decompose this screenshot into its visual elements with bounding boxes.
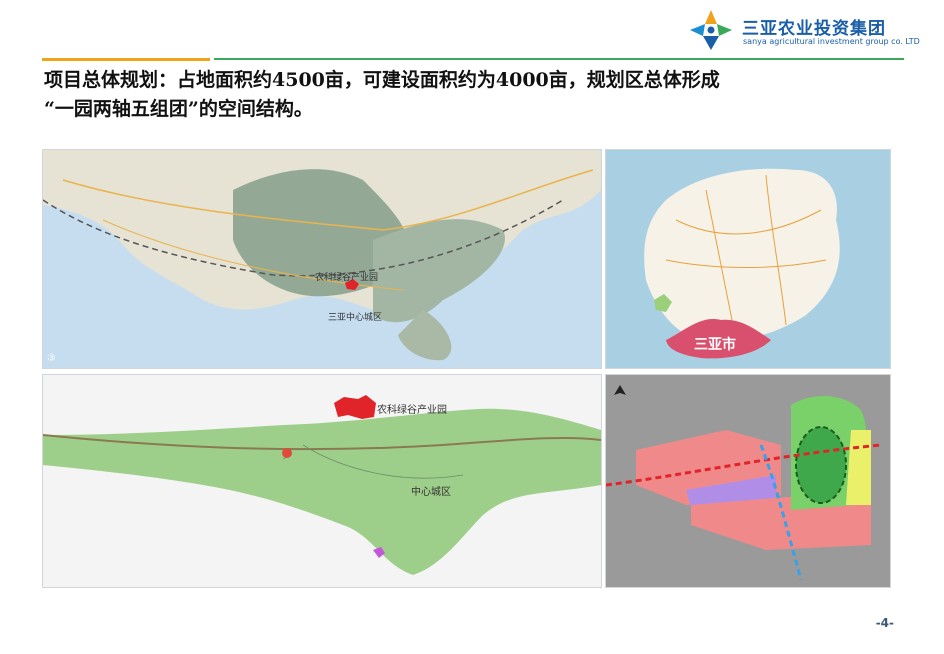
city-plan-map: 农科绿谷产业园 中心城区: [42, 374, 602, 588]
site-structure-map: [605, 374, 891, 588]
brand-name-cn: 三亚农业投资集团: [742, 19, 886, 39]
island-location-map: 三亚市: [605, 149, 891, 369]
city-label: 三亚市: [694, 337, 736, 353]
company-logo: [686, 8, 736, 52]
city-center-label: 三亚中心城区: [328, 313, 383, 323]
header-rule-green: [214, 58, 904, 60]
heading-line-2: “一园两轴五组团”的空间结构。: [44, 98, 313, 120]
map-number-mark: ③: [47, 353, 56, 364]
page-number: -4-: [875, 616, 894, 630]
brand-name-en: sanya agricultural investment group co. …: [743, 37, 920, 46]
header-rule-orange: [42, 58, 210, 61]
heading-line-1: 项目总体规划：占地面积约4500亩，可建设面积约为4000亩，规划区总体形成: [44, 69, 720, 91]
city-center-label: 中心城区: [411, 487, 451, 498]
park-label: 农科绿谷产业园: [315, 273, 379, 283]
slide-heading: 项目总体规划：占地面积约4500亩，可建设面积约为4000亩，规划区总体形成 “…: [44, 66, 914, 124]
regional-location-map: 农科绿谷产业园 三亚中心城区 ③: [42, 149, 602, 369]
park-label: 农科绿谷产业园: [377, 405, 447, 416]
